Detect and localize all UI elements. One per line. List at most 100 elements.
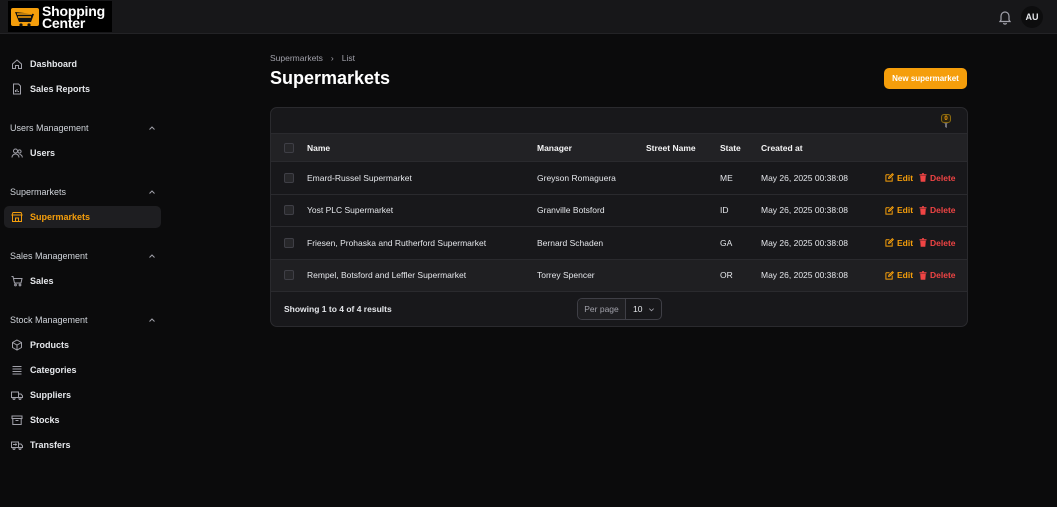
table-row[interactable]: Yost PLC Supermarket Granville Botsford … (271, 195, 967, 227)
select-all-checkbox[interactable] (284, 134, 294, 161)
delete-button[interactable]: Delete (919, 227, 956, 259)
edit-icon (885, 238, 894, 247)
new-supermarket-button[interactable]: New supermarket (884, 68, 967, 89)
per-page-select[interactable]: Per page 10 (577, 298, 662, 320)
table-toolbar: 0 (271, 108, 967, 134)
sidebar-item-users[interactable]: Users (4, 142, 161, 164)
trash-icon (919, 173, 927, 183)
logo[interactable]: Shopping Center (8, 1, 112, 32)
edit-button[interactable]: Edit (885, 260, 913, 292)
transfer-truck-icon (11, 439, 23, 451)
delete-label: Delete (930, 172, 956, 183)
edit-button[interactable]: Edit (885, 195, 913, 227)
cell-manager: Granville Botsford (537, 205, 605, 216)
trash-icon (919, 205, 927, 215)
sidebar-item-label: Sales Reports (30, 84, 91, 94)
sidebar-item-label: Products (30, 340, 70, 350)
sidebar-item-products[interactable]: Products (4, 334, 161, 356)
cell-manager: Greyson Romaguera (537, 172, 616, 183)
chevron-up-icon (148, 316, 156, 324)
home-icon (11, 58, 23, 70)
cell-state: ME (720, 172, 733, 183)
sidebar-item-label: Supermarkets (30, 212, 91, 222)
cell-name: Yost PLC Supermarket (307, 205, 394, 216)
sidebar-item-label: Categories (30, 365, 77, 375)
trash-icon (919, 238, 927, 248)
edit-icon (885, 173, 894, 182)
sidebar-item-sales-reports[interactable]: Sales Reports (4, 78, 161, 100)
logo-text: Shopping Center (42, 4, 105, 30)
column-header-manager[interactable]: Manager (537, 134, 572, 161)
breadcrumb-separator: › (330, 53, 334, 63)
chevron-up-icon (148, 188, 156, 196)
sidebar-item-sales[interactable]: Sales (4, 270, 161, 292)
cell-name: Rempel, Botsford and Leffler Supermarket (307, 270, 467, 281)
sidebar-item-label: Suppliers (30, 390, 72, 400)
edit-label: Edit (897, 205, 914, 216)
truck-icon (11, 389, 23, 401)
sidebar-group-title: Stock Management (10, 315, 88, 325)
sidebar-group-stock-management[interactable]: Stock Management (10, 315, 160, 325)
row-checkbox[interactable] (284, 162, 294, 194)
edit-icon (885, 270, 894, 280)
table-row[interactable]: Friesen, Prohaska and Rutherford Superma… (271, 227, 967, 260)
chevron-up-icon (148, 124, 156, 132)
cell-name: Emard-Russel Supermarket (307, 172, 412, 183)
per-page-value: 10 (633, 304, 643, 314)
sidebar-group-users-management[interactable]: Users Management (10, 123, 160, 133)
sidebar-item-label: Sales (30, 276, 54, 286)
delete-button[interactable]: Delete (919, 195, 956, 227)
breadcrumb-current: List (341, 53, 355, 63)
column-header-street[interactable]: Street Name (646, 134, 696, 161)
archive-icon (11, 414, 23, 426)
row-checkbox[interactable] (284, 227, 294, 259)
users-icon (11, 147, 23, 159)
table-card: 0 Name Manager Street Name State Created… (270, 107, 968, 327)
column-header-created[interactable]: Created at (761, 134, 803, 161)
breadcrumb-parent[interactable]: Supermarkets (270, 53, 323, 63)
list-icon (11, 364, 23, 376)
delete-button[interactable]: Delete (919, 260, 956, 292)
avatar[interactable]: AU (1021, 6, 1043, 28)
column-header-name[interactable]: Name (307, 134, 330, 161)
cell-state: OR (720, 270, 733, 281)
delete-label: Delete (930, 237, 956, 248)
chevron-up-icon (148, 252, 156, 260)
edit-icon (885, 205, 894, 215)
row-checkbox[interactable] (284, 195, 294, 227)
sidebar-item-label: Stocks (30, 415, 60, 425)
cell-created: May 26, 2025 00:38:08 (761, 172, 848, 183)
sidebar-item-categories[interactable]: Categories (4, 359, 161, 381)
sidebar-group-title: Supermarkets (10, 187, 67, 197)
sidebar-item-stocks[interactable]: Stocks (4, 409, 161, 431)
edit-button[interactable]: Edit (885, 227, 913, 259)
delete-label: Delete (930, 270, 956, 281)
sidebar-item-transfers[interactable]: Transfers (4, 434, 161, 456)
filter-button[interactable]: 0 (939, 113, 955, 129)
sidebar-item-suppliers[interactable]: Suppliers (4, 384, 161, 406)
bell-icon[interactable] (998, 9, 1012, 25)
sidebar-group-title: Users Management (10, 123, 89, 133)
chevron-down-icon (649, 307, 654, 311)
cell-name: Friesen, Prohaska and Rutherford Superma… (307, 237, 487, 248)
sidebar-item-dashboard[interactable]: Dashboard (4, 53, 161, 75)
sidebar-item-label: Transfers (30, 440, 71, 450)
cube-icon (11, 339, 23, 351)
page-title: Supermarkets (270, 68, 391, 88)
sidebar-item-label: Users (30, 148, 56, 158)
sidebar-group-sales-management[interactable]: Sales Management (10, 251, 160, 261)
cell-created: May 26, 2025 00:38:08 (761, 205, 848, 216)
cell-manager: Bernard Schaden (537, 237, 604, 248)
sidebar-item-supermarkets[interactable]: Supermarkets (4, 206, 161, 228)
sidebar-item-label: Dashboard (30, 59, 78, 69)
sidebar-group-supermarkets[interactable]: Supermarkets (10, 187, 160, 197)
cell-created: May 26, 2025 00:38:08 (761, 270, 848, 281)
table-row[interactable]: Rempel, Botsford and Leffler Supermarket… (271, 259, 967, 292)
row-checkbox[interactable] (284, 260, 294, 292)
column-header-state[interactable]: State (720, 134, 741, 161)
edit-button[interactable]: Edit (885, 162, 913, 194)
delete-label: Delete (930, 205, 956, 216)
delete-button[interactable]: Delete (919, 162, 956, 194)
table-row[interactable]: Emard-Russel Supermarket Greyson Romague… (271, 162, 967, 195)
cell-state: GA (720, 237, 733, 248)
